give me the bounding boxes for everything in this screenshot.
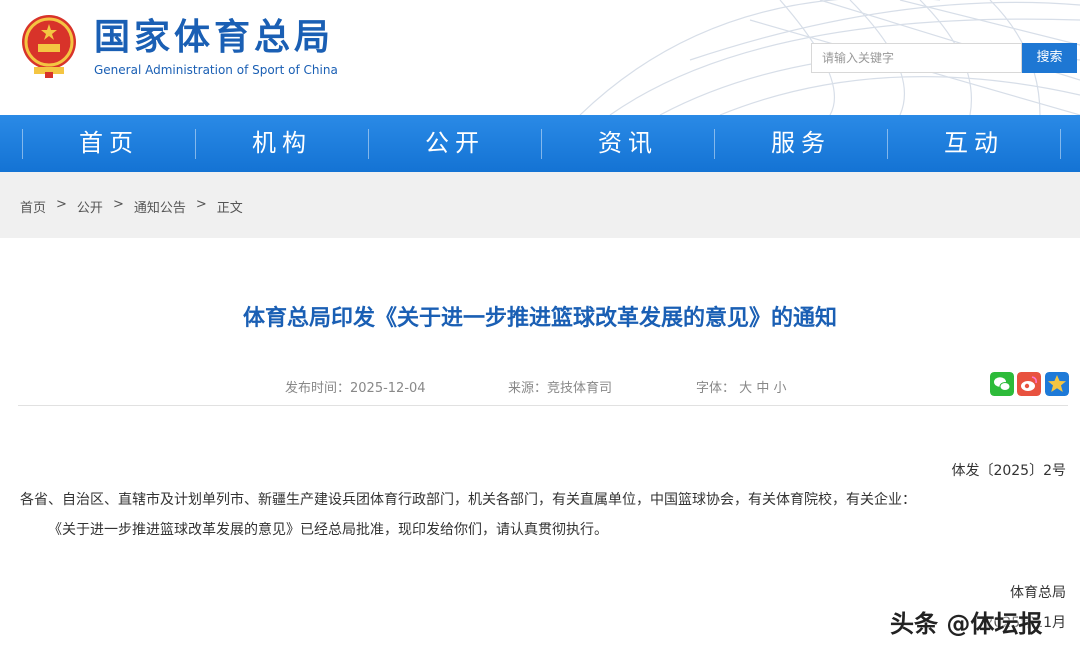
search-button[interactable]: 搜索 xyxy=(1022,43,1077,73)
source-watermark: 头条 @体坛报 xyxy=(890,610,1043,638)
nav-item-services[interactable]: 服务 xyxy=(715,115,887,172)
site-title[interactable]: 国家体育总局 xyxy=(94,18,334,58)
nav-item-news[interactable]: 资讯 xyxy=(542,115,714,172)
font-size-large-button[interactable]: 大 xyxy=(739,381,752,396)
breadcrumb-notices[interactable]: 通知公告 xyxy=(134,197,186,216)
font-size-medium-button[interactable]: 中 xyxy=(756,381,769,396)
breadcrumb-separator: > xyxy=(195,197,207,212)
source-label: 来源： xyxy=(508,381,548,396)
breadcrumb-public[interactable]: 公开 xyxy=(77,197,103,216)
article-body: 《关于进一步推进篮球改革发展的意见》已经总局批准，现印发给你们，请认真贯彻执行。 xyxy=(48,522,608,538)
nav-separator xyxy=(1060,129,1061,159)
publish-label: 发布时间： xyxy=(285,381,351,396)
weibo-icon[interactable] xyxy=(1017,372,1041,396)
favorite-icon[interactable] xyxy=(1045,372,1069,396)
article-signature: 体育总局 xyxy=(1010,585,1066,601)
nav-item-public[interactable]: 公开 xyxy=(369,115,541,172)
breadcrumb-separator: > xyxy=(112,197,124,212)
publish-meta: 发布时间：2025-12-04 xyxy=(285,377,426,396)
main-nav: 首页 机构 公开 资讯 服务 互动 xyxy=(0,115,1080,172)
meta-divider xyxy=(18,405,1068,406)
source-value: 竞技体育司 xyxy=(547,381,613,396)
wechat-icon[interactable] xyxy=(990,372,1014,396)
article-title: 体育总局印发《关于进一步推进篮球改革发展的意见》的通知 xyxy=(242,306,837,331)
source-meta: 来源：竞技体育司 xyxy=(508,377,612,396)
font-size-small-button[interactable]: 小 xyxy=(773,381,786,396)
nav-item-home[interactable]: 首页 xyxy=(23,115,195,172)
nav-item-interaction[interactable]: 互动 xyxy=(888,115,1060,172)
site-header: 国家体育总局 General Administration of Sport o… xyxy=(0,0,1080,115)
search-input[interactable]: 请输入关键字 xyxy=(811,43,1022,73)
font-size-label: 字体： xyxy=(696,381,736,396)
breadcrumb-bar: 首页 > 公开 > 通知公告 > 正文 xyxy=(0,172,1080,238)
breadcrumb: 首页 > 公开 > 通知公告 > 正文 xyxy=(20,197,253,216)
breadcrumb-separator: > xyxy=(56,197,67,212)
site-subtitle: General Administration of Sport of China xyxy=(94,63,338,77)
document-number: 体发〔2025〕2号 xyxy=(951,463,1066,479)
article-recipients: 各省、自治区、直辖市及计划单列市、新疆生产建设兵团体育行政部门，机关各部门，有关… xyxy=(20,492,916,508)
breadcrumb-current: 正文 xyxy=(216,201,243,216)
nav-item-organization[interactable]: 机构 xyxy=(196,115,368,172)
font-size-control: 字体： 大 中 小 xyxy=(696,377,786,396)
national-emblem-icon xyxy=(22,15,76,78)
publish-date: 2025-12-04 xyxy=(350,381,426,396)
breadcrumb-home[interactable]: 首页 xyxy=(20,197,46,216)
